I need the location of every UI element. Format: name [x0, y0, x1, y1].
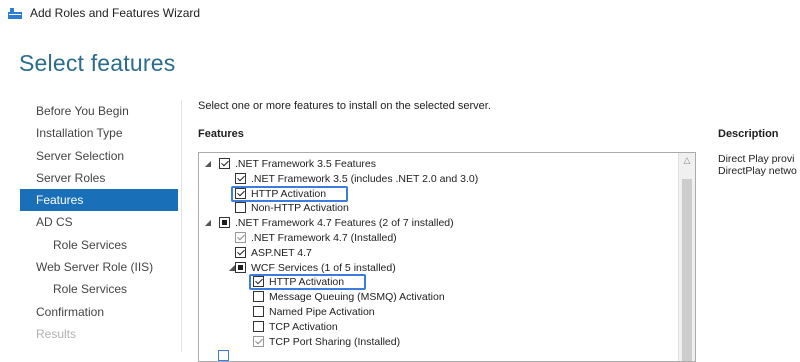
- nav-item-before-you-begin[interactable]: Before You Begin: [20, 100, 178, 122]
- tree-item[interactable]: TCP Port Sharing (Installed): [199, 335, 677, 349]
- tree-item[interactable]: Non-HTTP Activation: [199, 201, 677, 215]
- tree-item-label: .NET Framework 3.5 (includes .NET 2.0 an…: [251, 172, 479, 185]
- tree-item-label: .NET Framework 4.7 Features (2 of 7 inst…: [235, 217, 454, 230]
- tree-item-label: .NET Framework 3.5 Features: [235, 158, 377, 170]
- collapse-arrow-icon[interactable]: ◢: [204, 160, 212, 168]
- tree-checkbox[interactable]: [253, 320, 264, 332]
- server-manager-icon: [8, 8, 22, 19]
- tree-item-label: ASP.NET 4.7: [251, 246, 312, 259]
- nav-item-server-selection[interactable]: Server Selection: [20, 145, 178, 167]
- features-heading: Features: [198, 128, 244, 140]
- nav-item-features[interactable]: Features: [20, 189, 178, 212]
- instruction-text: Select one or more features to install o…: [198, 100, 491, 112]
- tree-item-label: WCF Services (1 of 5 installed): [251, 261, 396, 274]
- tree-item[interactable]: .NET Framework 4.7 (Installed): [199, 231, 677, 245]
- nav-divider: [181, 100, 182, 352]
- tree-item-label: TCP Port Sharing (Installed): [269, 335, 401, 348]
- tree-checkbox[interactable]: [253, 306, 264, 317]
- tree-checkbox[interactable]: [219, 158, 230, 169]
- description-text: Direct Play provi DirectPlay netwo: [718, 153, 800, 177]
- tree-checkbox[interactable]: [235, 232, 246, 243]
- tree-checkbox[interactable]: [253, 335, 264, 347]
- tree-checkbox[interactable]: [235, 246, 246, 258]
- wizard-nav: Before You Begin Installation Type Server …: [20, 100, 178, 345]
- tree-checkbox[interactable]: [219, 217, 230, 229]
- tree-item[interactable]: ASP.NET 4.7: [199, 246, 677, 260]
- nav-item-confirmation[interactable]: Confirmation: [20, 301, 178, 323]
- nav-item-installation-type[interactable]: Installation Type: [20, 122, 178, 144]
- scroll-thumb[interactable]: [682, 179, 692, 361]
- tree-item[interactable]: .NET Framework 3.5 (includes .NET 2.0 an…: [199, 172, 677, 186]
- tree-item-label: Message Queuing (MSMQ) Activation: [269, 291, 445, 304]
- tree-item[interactable]: ◢ .NET Framework 3.5 Features: [199, 157, 677, 171]
- tree-item-label: TCP Activation: [269, 320, 338, 333]
- tree-item[interactable]: TCP Activation: [199, 320, 677, 334]
- highlight-box: [249, 274, 366, 291]
- description-heading: Description: [718, 128, 779, 140]
- tree-item-label: .NET Framework 4.7 (Installed): [251, 232, 397, 244]
- description-line: Direct Play provi: [718, 153, 795, 165]
- tree-checkbox[interactable]: [235, 202, 246, 214]
- scroll-up-icon[interactable]: △: [682, 156, 692, 165]
- nav-item-server-roles[interactable]: Server Roles: [20, 167, 178, 189]
- title-bar: Add Roles and Features Wizard: [0, 0, 800, 28]
- highlight-box: [231, 185, 348, 202]
- tree-checkbox[interactable]: [253, 291, 264, 303]
- tree-checkbox[interactable]: [235, 261, 246, 273]
- tree-scrollbar[interactable]: △: [678, 153, 695, 361]
- nav-item-role-services[interactable]: Role Services: [20, 278, 178, 300]
- tree-item[interactable]: Message Queuing (MSMQ) Activation: [199, 290, 677, 304]
- window-title: Add Roles and Features Wizard: [30, 6, 201, 20]
- page-title: Select features: [19, 50, 176, 76]
- nav-item-results: Results: [36, 326, 77, 341]
- nav-item-ad-cs[interactable]: AD CS: [20, 211, 178, 233]
- tree-item-label: Non-HTTP Activation: [251, 202, 349, 215]
- tree-item[interactable]: ◢ .NET Framework 4.7 Features (2 of 7 ins…: [199, 216, 677, 230]
- nav-item-role-services[interactable]: Role Services: [20, 234, 178, 256]
- tree-item[interactable]: Named Pipe Activation: [199, 305, 677, 319]
- description-line: DirectPlay netwo: [718, 165, 797, 177]
- tree-item-label: Named Pipe Activation: [269, 306, 375, 318]
- features-tree[interactable]: △ ◢ .NET Framework 3.5 Features .NET Frame…: [198, 152, 696, 362]
- nav-item-web-server-role-iis[interactable]: Web Server Role (IIS): [20, 256, 178, 278]
- tree-checkbox[interactable]: [235, 172, 246, 184]
- tree-item[interactable]: ◢ WCF Services (1 of 5 installed): [199, 261, 677, 275]
- collapse-arrow-icon[interactable]: ◢: [204, 219, 212, 227]
